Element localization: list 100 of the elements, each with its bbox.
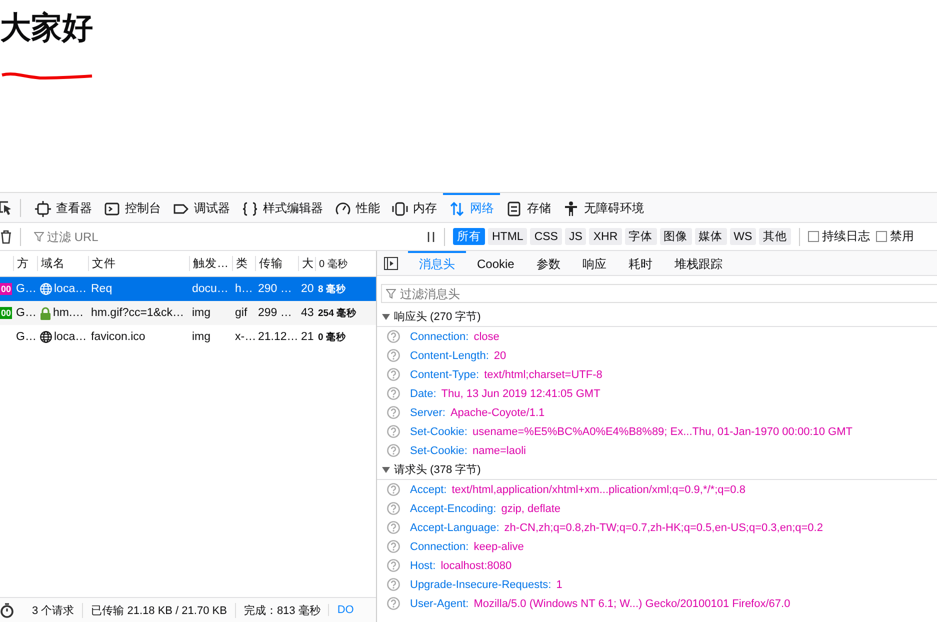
help-icon[interactable] bbox=[387, 330, 400, 343]
section-title: 响应头 (270 字节) bbox=[394, 310, 481, 324]
table-cell: 21 bbox=[301, 331, 314, 343]
detail-tab[interactable]: 耗时 bbox=[617, 251, 664, 275]
table-cell: G… bbox=[16, 283, 36, 295]
detail-tab[interactable]: 堆栈跟踪 bbox=[663, 251, 734, 275]
request-row[interactable]: 00 G… hm.… hm.gif?cc=1&ck… img gif 299 … 43 254 毫秒 bbox=[0, 301, 376, 325]
section-header[interactable]: 响应头 (270 字节) bbox=[377, 307, 937, 327]
header-name: Content-Type: bbox=[410, 368, 480, 380]
column-header[interactable]: 方 bbox=[13, 256, 37, 271]
devtools-tab[interactable]: 内存 bbox=[386, 193, 443, 222]
type-filter-button[interactable]: JS bbox=[564, 228, 586, 245]
header-value: close bbox=[474, 330, 500, 342]
table-cell: 290 … bbox=[258, 283, 292, 295]
pause-icon[interactable] bbox=[426, 230, 436, 242]
page-heading: 大家好 bbox=[0, 9, 94, 47]
devtools-tab[interactable]: 性能 bbox=[329, 193, 386, 222]
devtools-tab[interactable]: 查看器 bbox=[29, 193, 98, 222]
request-row[interactable]: G… loca… favicon.ico img x-… 21.12… 21 0 毫秒 bbox=[0, 325, 376, 349]
column-header[interactable]: 大 bbox=[298, 256, 315, 271]
checkbox[interactable] bbox=[876, 231, 888, 242]
chip-icon bbox=[392, 200, 408, 216]
gauge-icon bbox=[335, 200, 351, 216]
help-icon[interactable] bbox=[387, 349, 400, 362]
help-icon[interactable] bbox=[387, 406, 400, 419]
devtools-tab[interactable]: 控制台 bbox=[98, 193, 167, 222]
help-icon[interactable] bbox=[387, 578, 400, 591]
detail-tab[interactable]: 参数 bbox=[525, 251, 572, 275]
type-filter-button[interactable]: CSS bbox=[530, 228, 562, 245]
help-icon[interactable] bbox=[387, 425, 400, 438]
help-icon[interactable] bbox=[387, 444, 400, 457]
table-cell: hm.… bbox=[53, 307, 84, 319]
help-icon[interactable] bbox=[387, 387, 400, 400]
header-value: 20 bbox=[494, 350, 506, 362]
header-value: zh-CN,zh;q=0.8,zh-TW;q=0.7,zh-HK;q=0.5,en-US;q=0.3,en;q=0.2 bbox=[504, 522, 823, 534]
element-picker-icon[interactable] bbox=[0, 200, 12, 216]
table-cell: h… bbox=[235, 283, 253, 295]
devtools-tab[interactable]: 样式编辑器 bbox=[236, 193, 329, 222]
help-icon[interactable] bbox=[387, 540, 400, 553]
column-header[interactable]: 触发… bbox=[189, 256, 232, 271]
table-cell: x-… bbox=[235, 331, 256, 343]
type-filter-button[interactable]: 媒体 bbox=[694, 228, 727, 245]
header-name: Upgrade-Insecure-Requests: bbox=[410, 578, 552, 590]
table-cell: G… bbox=[16, 307, 36, 319]
type-filter-button[interactable]: XHR bbox=[589, 228, 622, 245]
status-code: 00 bbox=[0, 307, 12, 319]
header-value: name=laoli bbox=[472, 444, 526, 456]
section-header[interactable]: 请求头 (378 字节) bbox=[377, 460, 937, 480]
table-cell: hm.gif?cc=1&ck… bbox=[91, 307, 184, 319]
type-filter-button[interactable]: 字体 bbox=[624, 228, 657, 245]
sidebar-toggle-icon[interactable] bbox=[384, 256, 398, 270]
help-icon[interactable] bbox=[387, 521, 400, 534]
help-icon[interactable] bbox=[387, 502, 400, 515]
help-icon[interactable] bbox=[387, 559, 400, 572]
table-cell: favicon.ico bbox=[91, 331, 146, 343]
table-cell: docu… bbox=[192, 283, 228, 295]
column-header[interactable]: 文件 bbox=[88, 256, 189, 271]
devtools-tab[interactable]: 存储 bbox=[500, 193, 557, 222]
arrows-icon bbox=[449, 200, 465, 216]
request-row[interactable]: 00 G… loca… Req docu… h… 290 … 20 8 毫秒 bbox=[0, 277, 376, 301]
devtools-tab[interactable]: 无障碍环境 bbox=[557, 193, 650, 222]
stopwatch-icon[interactable] bbox=[0, 602, 14, 618]
table-cell: 8 毫秒 bbox=[318, 282, 346, 296]
type-filter-button[interactable]: WS bbox=[730, 228, 756, 245]
table-cell: Req bbox=[91, 283, 112, 295]
header-value: gzip, deflate bbox=[501, 502, 561, 514]
help-icon[interactable] bbox=[387, 368, 400, 381]
table-cell: 20 bbox=[301, 283, 314, 295]
header-value: usename=%E5%BC%A0%E4%B8%89; Ex...Thu, 01-Jan-1970 00:00:10 GMT bbox=[472, 426, 852, 438]
type-filter-button[interactable]: 其他 bbox=[759, 228, 792, 245]
header-name: Connection: bbox=[410, 540, 469, 552]
devtools-tab[interactable]: 调试器 bbox=[167, 193, 236, 222]
header-value: 1 bbox=[556, 578, 562, 590]
column-header[interactable]: 域名 bbox=[37, 256, 88, 271]
type-filter-button[interactable]: 所有 bbox=[453, 228, 485, 245]
detail-tab[interactable]: 响应 bbox=[571, 251, 618, 275]
header-name: Content-Length: bbox=[410, 350, 489, 362]
table-cell: loca… bbox=[54, 331, 87, 343]
checkbox[interactable] bbox=[808, 231, 820, 242]
header-name: Connection: bbox=[410, 330, 469, 342]
table-cell: 21.12… bbox=[258, 331, 298, 343]
trash-icon[interactable] bbox=[0, 230, 12, 244]
type-filter-button[interactable]: HTML bbox=[488, 228, 528, 245]
braces-icon bbox=[242, 200, 258, 216]
type-filter-button[interactable]: 图像 bbox=[660, 228, 692, 245]
column-header[interactable]: 类 bbox=[232, 256, 255, 271]
dom-link[interactable]: DO bbox=[328, 604, 362, 616]
detail-tab[interactable]: Cookie bbox=[466, 251, 526, 275]
status-text: 已传输 21.18 KB / 21.70 KB bbox=[82, 602, 235, 618]
help-icon[interactable] bbox=[387, 597, 400, 610]
header-name: Host: bbox=[410, 560, 436, 572]
help-icon[interactable] bbox=[387, 483, 400, 496]
table-cell: 43 bbox=[301, 307, 314, 319]
column-header[interactable]: 传输 bbox=[255, 256, 298, 271]
header-name: Date: bbox=[410, 388, 436, 400]
url-filter-field[interactable]: 过滤 URL bbox=[29, 227, 424, 246]
table-cell: 254 毫秒 bbox=[318, 306, 356, 320]
header-filter-field[interactable]: 过滤消息头 bbox=[381, 284, 937, 303]
header-name: Accept-Language: bbox=[410, 522, 500, 534]
header-name: Accept: bbox=[410, 484, 447, 496]
